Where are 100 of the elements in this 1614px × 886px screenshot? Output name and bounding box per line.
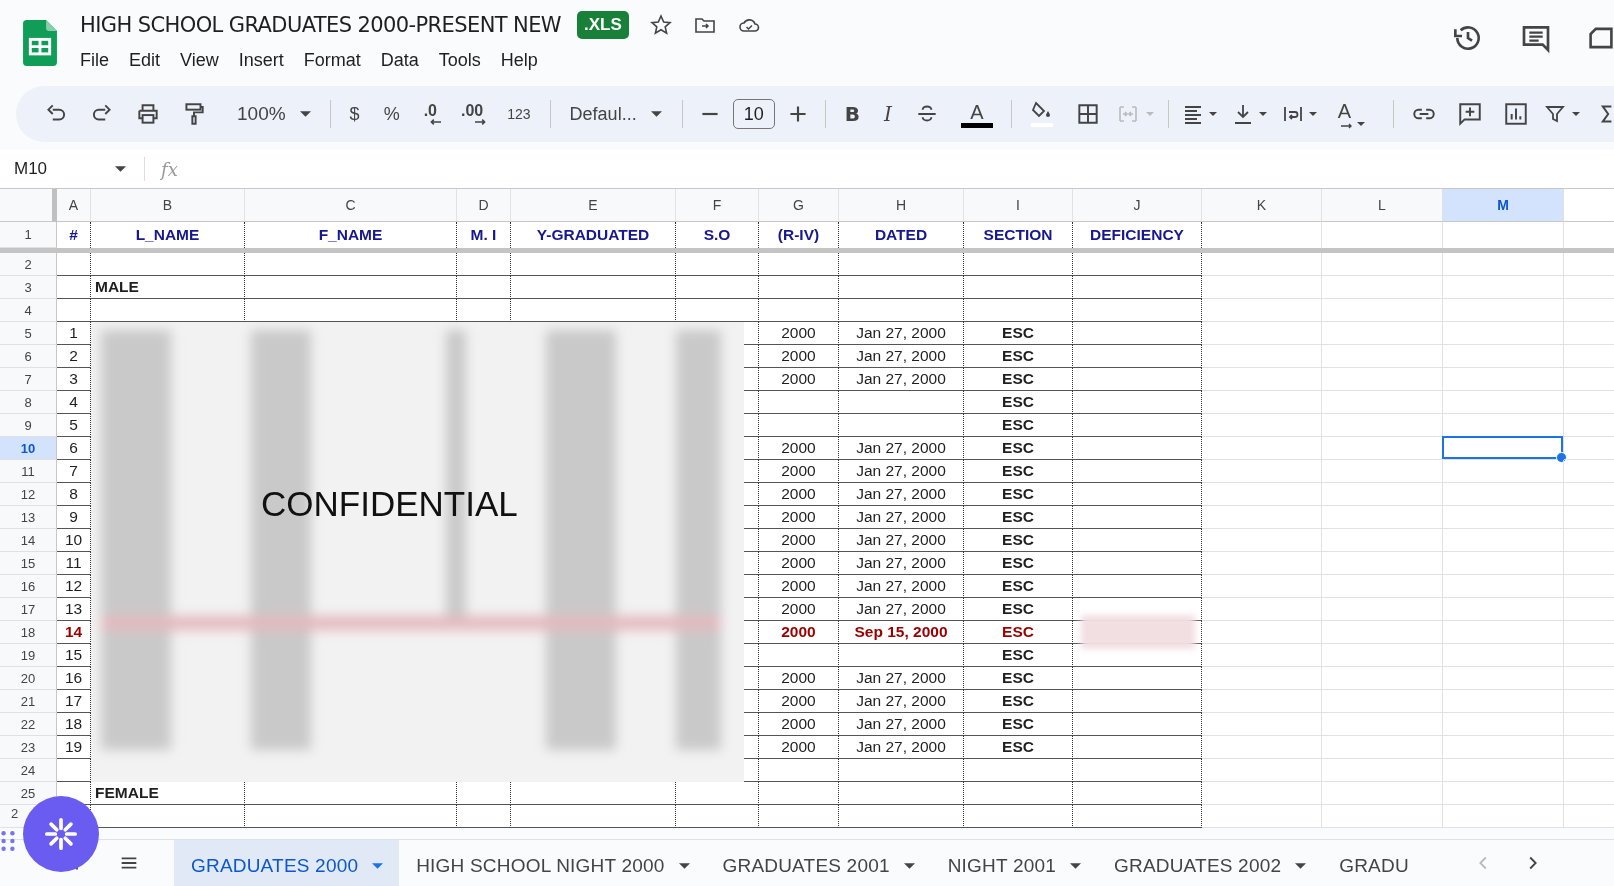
sheet-tab[interactable]: HIGH SCHOOL NIGHT 2000 <box>399 840 706 886</box>
menu-item[interactable]: Insert <box>238 50 284 71</box>
row-header[interactable]: 20 <box>0 667 57 690</box>
text-color-button[interactable]: A <box>960 100 993 128</box>
sheet-tab[interactable]: GRADU <box>1322 840 1411 886</box>
column-header[interactable]: A <box>57 189 91 222</box>
italic-button[interactable]: I <box>874 102 901 126</box>
caret-icon[interactable] <box>903 863 915 869</box>
column-header[interactable]: M <box>1443 189 1564 222</box>
more-formats-button[interactable]: 123 <box>498 106 540 122</box>
column-header[interactable]: E <box>511 189 676 222</box>
row-header[interactable]: 13 <box>0 506 57 529</box>
table-cell: ESC <box>964 345 1073 368</box>
row-header[interactable]: 6 <box>0 345 57 368</box>
table-cell: 2000 <box>759 552 839 575</box>
table-cell <box>457 253 511 276</box>
caret-icon[interactable] <box>115 166 126 172</box>
percent-format-button[interactable]: % <box>374 103 409 125</box>
table-cell: 2000 <box>759 483 839 506</box>
row-header[interactable]: 3 <box>0 276 57 299</box>
row-header[interactable]: 9 <box>0 414 57 437</box>
row-header[interactable]: 4 <box>0 299 57 322</box>
currency-format-button[interactable]: $ <box>340 103 369 125</box>
menu-item[interactable]: Tools <box>438 50 481 71</box>
column-header[interactable]: G <box>759 189 839 222</box>
column-header[interactable]: F <box>676 189 759 222</box>
menu-item[interactable]: Edit <box>129 50 161 71</box>
table-cell: Jan 27, 2000 <box>839 713 964 736</box>
decrease-decimal-button[interactable]: .0 <box>414 102 446 126</box>
menu-item[interactable]: File <box>80 50 109 71</box>
menu-item[interactable]: Help <box>500 50 538 71</box>
column-header[interactable]: L <box>1322 189 1443 222</box>
table-cell: Jan 27, 2000 <box>839 575 964 598</box>
row-header[interactable]: 7 <box>0 368 57 391</box>
menu-item[interactable]: Format <box>303 50 361 71</box>
drag-handle-icon[interactable] <box>0 830 16 852</box>
bold-button[interactable]: B <box>835 102 869 126</box>
sheet-tab[interactable]: GRADUATES 2002 <box>1097 840 1323 886</box>
row-header[interactable]: 5 <box>0 322 57 345</box>
column-header[interactable]: D <box>457 189 511 222</box>
row-header[interactable]: 17 <box>0 598 57 621</box>
table-cell: Jan 27, 2000 <box>839 506 964 529</box>
column-header[interactable]: J <box>1073 189 1202 222</box>
table-cell: 2000 <box>759 713 839 736</box>
caret-icon[interactable] <box>1070 863 1081 869</box>
menu-item[interactable]: Data <box>380 50 419 71</box>
row-header[interactable]: 10 <box>0 437 57 460</box>
font-size-field[interactable]: 10 <box>732 99 775 129</box>
caret-icon[interactable] <box>1295 863 1307 869</box>
column-header[interactable]: B <box>91 189 245 222</box>
row-header[interactable]: 21 <box>0 690 57 713</box>
table-cell: 2000 <box>759 690 839 713</box>
table-cell: ESC <box>964 437 1073 460</box>
table-cell: ESC <box>964 460 1073 483</box>
sheets-logo-icon[interactable] <box>23 20 57 66</box>
sheet-tab[interactable]: NIGHT 2001 <box>930 840 1097 886</box>
row-header[interactable]: 16 <box>0 575 57 598</box>
row-header[interactable]: 25 <box>0 782 57 805</box>
zoom-dropdown[interactable]: 100% <box>228 103 320 125</box>
row-header[interactable]: 23 <box>0 736 57 759</box>
sheet-tab[interactable]: GRADUATES 2001 <box>705 840 931 886</box>
font-dropdown[interactable]: Defaul... <box>560 103 672 125</box>
menu-item[interactable]: View <box>180 50 219 71</box>
table-cell: Jan 27, 2000 <box>839 690 964 713</box>
table-cell: Sep 15, 2000 <box>839 621 964 644</box>
star-icon[interactable] <box>648 13 673 37</box>
increase-decimal-button[interactable]: .00 <box>452 102 493 126</box>
document-title[interactable]: HIGH SCHOOL GRADUATES 2000-PRESENT NEW <box>80 13 561 37</box>
row-header[interactable]: 18 <box>0 621 57 644</box>
column-header[interactable]: C <box>245 189 457 222</box>
text-rotation-button[interactable]: A <box>1328 99 1384 129</box>
caret-icon[interactable] <box>650 111 662 117</box>
name-box[interactable]: M10 <box>0 159 140 179</box>
table-cell: Jan 27, 2000 <box>839 529 964 552</box>
column-header[interactable]: K <box>1202 189 1322 222</box>
row-header[interactable]: 2 <box>11 806 19 821</box>
row-header[interactable]: 14 <box>0 529 57 552</box>
row-header[interactable]: 12 <box>0 483 57 506</box>
row-header[interactable]: 24 <box>0 759 57 782</box>
table-cell: 2000 <box>759 322 839 345</box>
row-header[interactable]: 22 <box>0 713 57 736</box>
right-arrow-icon <box>475 118 488 126</box>
table-cell: ESC <box>964 667 1073 690</box>
column-header[interactable]: H <box>839 189 964 222</box>
row-header[interactable]: 15 <box>0 552 57 575</box>
table-cell: 2000 <box>759 736 839 759</box>
caret-icon[interactable] <box>299 111 311 117</box>
table-cell: Jan 27, 2000 <box>839 437 964 460</box>
row-header[interactable]: 8 <box>0 391 57 414</box>
sheet-tab[interactable]: GRADUATES 2000 <box>174 840 400 886</box>
row-header[interactable]: 11 <box>0 460 57 483</box>
table-cell <box>57 276 91 299</box>
table-cell: Jan 27, 2000 <box>839 667 964 690</box>
row-header[interactable]: 19 <box>0 644 57 667</box>
column-header[interactable]: I <box>964 189 1073 222</box>
table-cell: ESC <box>964 483 1073 506</box>
table-cell: Jan 27, 2000 <box>839 345 964 368</box>
row-header[interactable]: 2 <box>0 253 57 276</box>
caret-icon[interactable] <box>678 863 690 869</box>
row-header[interactable]: 1 <box>0 222 57 248</box>
